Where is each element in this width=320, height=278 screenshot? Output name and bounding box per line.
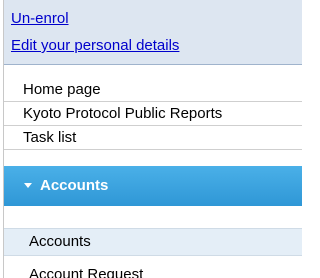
unenrol-link[interactable]: Un-enrol [11,10,69,27]
nav-item-label: Kyoto Protocol Public Reports [23,105,223,122]
sidebar-panel: Un-enrol Edit your personal details Home… [0,0,302,278]
nav-item-task-list[interactable]: Task list [4,126,302,150]
edit-personal-details-link[interactable]: Edit your personal details [11,37,179,54]
sub-item-label: Accounts [29,233,91,250]
nav-item-label: Task list [23,129,77,146]
user-options-box: Un-enrol Edit your personal details [4,0,302,65]
chevron-down-icon [24,183,32,188]
sub-item-label: Account Request [29,266,144,278]
nav-item-home-page[interactable]: Home page [4,78,302,102]
section-title: Accounts [40,177,109,194]
nav-item-label: Home page [23,81,101,98]
accounts-section-header[interactable]: Accounts [4,166,302,206]
nav-item-kyoto-reports[interactable]: Kyoto Protocol Public Reports [4,102,302,126]
sub-item-account-request[interactable]: Account Request [4,256,302,278]
sub-item-accounts[interactable]: Accounts [4,228,302,256]
